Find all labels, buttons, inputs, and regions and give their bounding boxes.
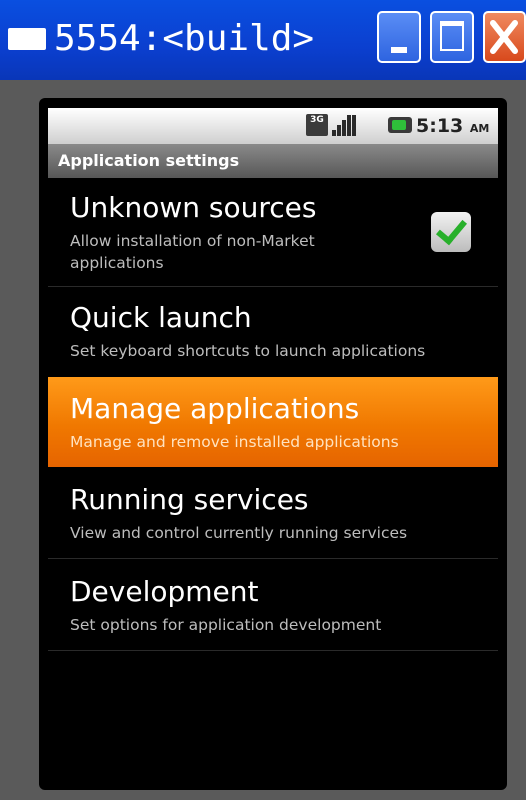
window-menu-icon[interactable]: [8, 28, 46, 50]
window-title: 5554:<build>: [54, 18, 315, 59]
close-icon: [490, 20, 518, 54]
screen-title-bar: Application settings: [48, 144, 498, 178]
status-ampm: AM: [469, 122, 490, 135]
close-button[interactable]: [483, 11, 526, 63]
setting-title: Development: [70, 575, 259, 608]
setting-title: Unknown sources: [70, 191, 317, 224]
status-bar: 3G 5:13 AM: [48, 108, 498, 144]
setting-unknown-sources[interactable]: Unknown sources Allow installation of no…: [48, 178, 498, 286]
setting-title: Quick launch: [70, 301, 252, 334]
checkmark-icon: [435, 212, 468, 246]
setting-summary: Set keyboard shortcuts to launch applica…: [70, 342, 426, 360]
window-titlebar[interactable]: 5554:<build>: [0, 0, 526, 80]
setting-summary-line2: applications: [70, 254, 164, 272]
maximize-icon: [440, 21, 464, 51]
battery-icon: [388, 117, 412, 133]
unknown-sources-checkbox[interactable]: [431, 212, 471, 252]
minimize-icon: [391, 47, 407, 53]
setting-title: Manage applications: [70, 392, 360, 425]
page-title: Application settings: [58, 151, 240, 170]
setting-summary: Allow installation of non-Market: [70, 232, 315, 250]
status-clock: 5:13 AM: [416, 112, 489, 143]
setting-summary: Set options for application development: [70, 616, 382, 634]
network-type-label: 3G: [310, 115, 324, 125]
setting-development[interactable]: Development Set options for application …: [48, 559, 498, 650]
setting-quick-launch[interactable]: Quick launch Set keyboard shortcuts to l…: [48, 287, 498, 376]
setting-manage-applications[interactable]: Manage applications Manage and remove in…: [48, 377, 498, 467]
minimize-button[interactable]: [377, 11, 421, 63]
status-time: 5:13: [416, 115, 464, 137]
setting-summary: View and control currently running servi…: [70, 524, 408, 542]
3g-icon: 3G: [306, 114, 328, 136]
maximize-button[interactable]: [430, 11, 474, 63]
signal-icon: [332, 114, 358, 136]
setting-running-services[interactable]: Running services View and control curren…: [48, 468, 498, 557]
settings-list: Unknown sources Allow installation of no…: [48, 178, 498, 660]
setting-summary: Manage and remove installed applications: [70, 433, 399, 451]
setting-title: Running services: [70, 483, 309, 516]
divider: [48, 650, 498, 651]
